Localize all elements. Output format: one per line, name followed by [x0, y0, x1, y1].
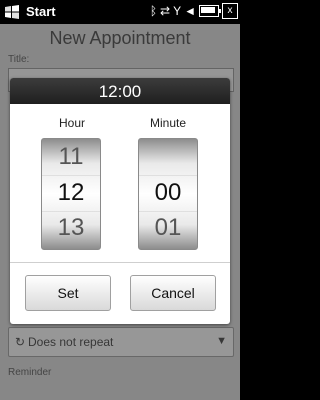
minute-wheel[interactable]: 00 01	[138, 138, 198, 250]
status-icons: ᛒ ⇄ Y ◄ x	[150, 3, 238, 19]
minute-label: Minute	[149, 116, 187, 130]
minute-next[interactable]: 01	[139, 214, 197, 242]
hour-previous[interactable]: 11	[42, 143, 100, 171]
windows-flag-icon[interactable]	[4, 4, 20, 20]
hour-label: Hour	[58, 116, 85, 130]
hour-next[interactable]: 13	[42, 214, 100, 242]
cancel-button[interactable]: Cancel	[130, 275, 216, 311]
signal-icon[interactable]: Y	[173, 4, 181, 18]
selected-time: 12:00	[10, 78, 230, 104]
set-button[interactable]: Set	[25, 275, 111, 311]
battery-icon[interactable]	[199, 5, 221, 17]
start-label[interactable]: Start	[26, 4, 56, 19]
volume-icon[interactable]: ◄	[184, 4, 196, 18]
hour-selected[interactable]: 12	[42, 179, 100, 207]
bluetooth-icon[interactable]: ᛒ	[150, 4, 157, 18]
status-bar: Start ᛒ ⇄ Y ◄ x	[0, 0, 240, 24]
divider	[10, 262, 230, 263]
close-icon[interactable]: x	[222, 3, 238, 19]
minute-selected[interactable]: 00	[139, 179, 197, 207]
time-picker-dialog: 12:00 Hour Minute 11 12 13 00 01 Set Can…	[10, 78, 230, 324]
hour-wheel[interactable]: 11 12 13	[41, 138, 101, 250]
data-transfer-icon[interactable]: ⇄	[160, 4, 170, 18]
